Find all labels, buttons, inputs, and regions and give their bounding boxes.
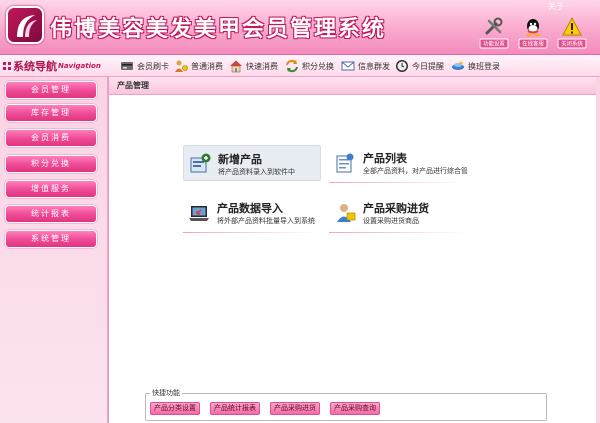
sidebar-item-member-management[interactable]: 会员管理 <box>5 81 97 99</box>
product-list-divider <box>329 182 467 183</box>
clock-icon <box>396 60 408 72</box>
product-import-divider <box>183 232 321 233</box>
toolbar-points-exchange-button[interactable]: 积分兑换 <box>285 58 334 74</box>
product-purchase-desc: 设置采购进货商品 <box>363 217 419 225</box>
exchange-icon <box>286 59 298 73</box>
sidebar-item-member-consumption[interactable]: 会员消费 <box>5 129 97 147</box>
navigation-title-en: Navigation <box>58 62 101 70</box>
tools-icon <box>485 17 503 35</box>
quick-product-stats-button[interactable]: 产品统计报表 <box>210 402 260 415</box>
app-header: 伟博美容美发美甲会员管理系统 关于 功能设置 在线客服 关闭系统 <box>0 0 600 55</box>
laptop-import-icon <box>189 206 209 221</box>
quick-product-category-button[interactable]: 产品分类设置 <box>150 402 200 415</box>
toolbar-normal-consume-label: 普通消费 <box>191 61 223 71</box>
product-list-title: 产品列表 <box>363 152 407 165</box>
product-import-title: 产品数据导入 <box>217 202 283 215</box>
sidebar: 会员管理 库存管理 会员消费 积分兑换 增值服务 统计报表 系统管理 <box>0 77 108 423</box>
toolbar-today-reminder-label: 今日提醒 <box>412 61 444 71</box>
card-reader-icon <box>121 62 133 70</box>
toolbar-quick-consume-label: 快速消费 <box>246 61 278 71</box>
content-heading: 产品管理 <box>109 77 600 95</box>
toolbar: 系统导航 Navigation 会员刷卡 普通消费 快速消费 积分兑换 信息群发… <box>0 55 600 77</box>
quick-purchase-query-button[interactable]: 产品采购查询 <box>330 402 380 415</box>
add-product-icon <box>190 153 211 173</box>
shift-login-icon <box>452 61 464 70</box>
add-product-card[interactable]: 新增产品 将产品资料录入到软件中 <box>183 145 321 181</box>
app-title: 伟博美容美发美甲会员管理系统 <box>50 16 387 42</box>
product-import-desc: 将外部产品资料批量导入到系统 <box>217 217 315 225</box>
quick-functions-legend: 快捷功能 <box>150 388 182 398</box>
toolbar-quick-consume-button[interactable]: 快速消费 <box>229 58 278 74</box>
quick-functions-panel: 快捷功能 产品分类设置 产品统计报表 产品采购进货 产品采购查询 <box>145 388 547 421</box>
main-content: 产品管理 新增产品 将产品资料录入到软件中 产品列表 全部产品资料，对产品进行综… <box>108 77 600 423</box>
close-system-label: 关闭系统 <box>557 38 587 49</box>
sidebar-item-inventory-management[interactable]: 库存管理 <box>5 104 97 122</box>
sidebar-item-value-added-services[interactable]: 增值服务 <box>5 180 97 198</box>
envelope-icon <box>341 61 355 71</box>
warning-icon <box>562 17 582 36</box>
sidebar-item-statistics-reports[interactable]: 统计报表 <box>5 205 97 223</box>
house-icon <box>230 60 242 73</box>
person-coin-icon <box>175 60 188 72</box>
product-import-card[interactable]: 产品数据导入 将外部产品资料批量导入到系统 <box>183 195 321 233</box>
settings-label: 功能设置 <box>479 38 509 49</box>
sidebar-item-system-management[interactable]: 系统管理 <box>5 230 97 248</box>
toolbar-shift-login-button[interactable]: 换班登录 <box>451 58 500 74</box>
toolbar-shift-login-label: 换班登录 <box>468 61 500 71</box>
quick-product-purchase-button[interactable]: 产品采购进货 <box>270 402 320 415</box>
add-product-title: 新增产品 <box>218 153 262 166</box>
online-service-label: 在线客服 <box>518 38 548 49</box>
window-edge <box>596 77 600 423</box>
toolbar-mass-message-label: 信息群发 <box>358 61 390 71</box>
toolbar-mass-message-button[interactable]: 信息群发 <box>341 58 390 74</box>
toolbar-member-card-button[interactable]: 会员刷卡 <box>120 58 169 74</box>
product-purchase-card[interactable]: 产品采购进货 设置采购进货商品 <box>329 195 467 233</box>
purchase-user-icon <box>337 204 356 222</box>
about-link[interactable]: 关于 <box>548 1 564 12</box>
sidebar-item-points-exchange[interactable]: 积分兑换 <box>5 155 97 173</box>
navigation-title-cn: 系统导航 <box>13 60 57 73</box>
product-list-desc: 全部产品资料，对产品进行综合管 <box>363 167 467 175</box>
toolbar-points-exchange-label: 积分兑换 <box>302 61 334 71</box>
toolbar-member-card-label: 会员刷卡 <box>137 61 169 71</box>
toolbar-today-reminder-button[interactable]: 今日提醒 <box>395 58 444 74</box>
navigation-title: 系统导航 Navigation <box>0 55 108 77</box>
settings-button[interactable]: 功能设置 <box>478 17 510 49</box>
product-list-card[interactable]: 产品列表 全部产品资料，对产品进行综合管 <box>329 145 467 183</box>
product-purchase-divider <box>329 232 467 233</box>
toolbar-normal-consume-button[interactable]: 普通消费 <box>174 58 223 74</box>
grid-icon <box>3 62 11 70</box>
logo-icon <box>6 6 44 44</box>
online-service-button[interactable]: 在线客服 <box>517 17 549 49</box>
product-list-icon <box>336 153 354 173</box>
add-product-desc: 将产品资料录入到软件中 <box>218 168 295 176</box>
product-purchase-title: 产品采购进货 <box>363 202 429 215</box>
qq-icon <box>526 19 540 37</box>
close-system-button[interactable]: 关闭系统 <box>556 17 588 49</box>
